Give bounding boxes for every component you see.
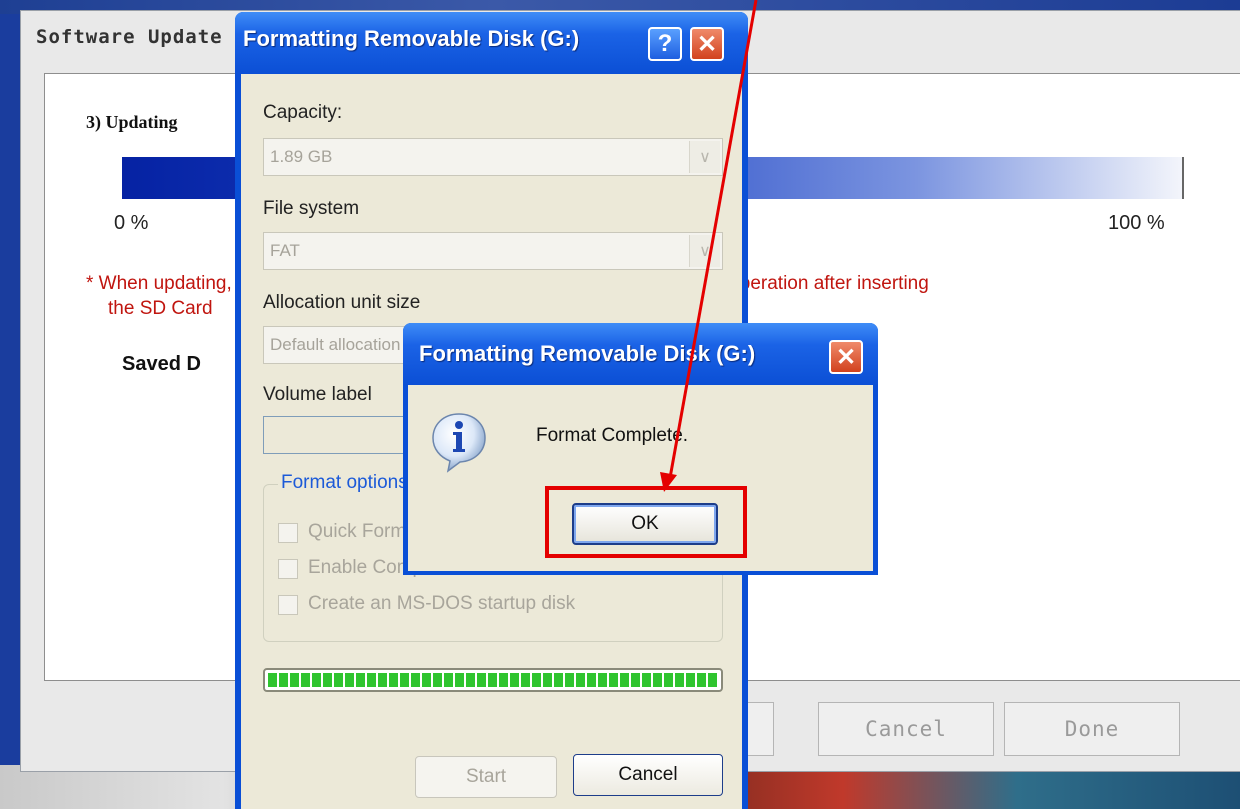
- info-icon: [432, 413, 486, 473]
- messagebox-title: Formatting Removable Disk (G:): [419, 341, 756, 366]
- updater-done-button[interactable]: Done: [1004, 702, 1180, 756]
- messagebox-message: Format Complete.: [536, 425, 689, 446]
- saved-data-label: Saved D: [122, 353, 201, 375]
- capacity-value: 1.89 GB: [270, 147, 333, 166]
- format-dialog-titlebar[interactable]: Formatting Removable Disk (G:) ? ✕: [235, 12, 748, 74]
- file-system-label: File system: [263, 198, 360, 219]
- ok-highlight-box: [545, 486, 747, 558]
- format-options-title: Format options: [278, 472, 411, 494]
- help-button[interactable]: ?: [648, 27, 682, 61]
- msdos-startup-checkbox[interactable]: [278, 595, 298, 615]
- format-progress-fill: [268, 673, 718, 687]
- allocation-label: Allocation unit size: [263, 292, 421, 313]
- format-dialog-title: Formatting Removable Disk (G:): [243, 26, 580, 51]
- quick-format-checkbox[interactable]: [278, 523, 298, 543]
- enable-compression-checkbox[interactable]: [278, 559, 298, 579]
- progress-end-label: 100 %: [1108, 212, 1165, 234]
- progress-start-label: 0 %: [114, 212, 149, 234]
- step-label: 3) Updating: [86, 112, 178, 132]
- file-system-select[interactable]: FAT ∨: [263, 232, 723, 270]
- messagebox-close-button[interactable]: ✕: [829, 340, 863, 374]
- format-progress-bar: [263, 668, 723, 692]
- messagebox-titlebar[interactable]: Formatting Removable Disk (G:) ✕: [403, 323, 878, 385]
- updater-title: Software Update: [36, 26, 223, 48]
- close-button[interactable]: ✕: [690, 27, 724, 61]
- updater-cancel-button[interactable]: Cancel: [818, 702, 994, 756]
- cancel-button[interactable]: Cancel: [573, 754, 723, 796]
- volume-label-label: Volume label: [263, 384, 372, 405]
- file-system-value: FAT: [270, 241, 300, 260]
- capacity-select[interactable]: 1.89 GB ∨: [263, 138, 723, 176]
- chevron-down-icon: ∨: [689, 141, 720, 173]
- capacity-label: Capacity:: [263, 102, 343, 123]
- chevron-down-icon: ∨: [689, 235, 720, 267]
- warning-text-line2: the SD Card: [108, 298, 213, 319]
- msdos-startup-label: Create an MS-DOS startup disk: [308, 593, 576, 614]
- start-button[interactable]: Start: [415, 756, 557, 798]
